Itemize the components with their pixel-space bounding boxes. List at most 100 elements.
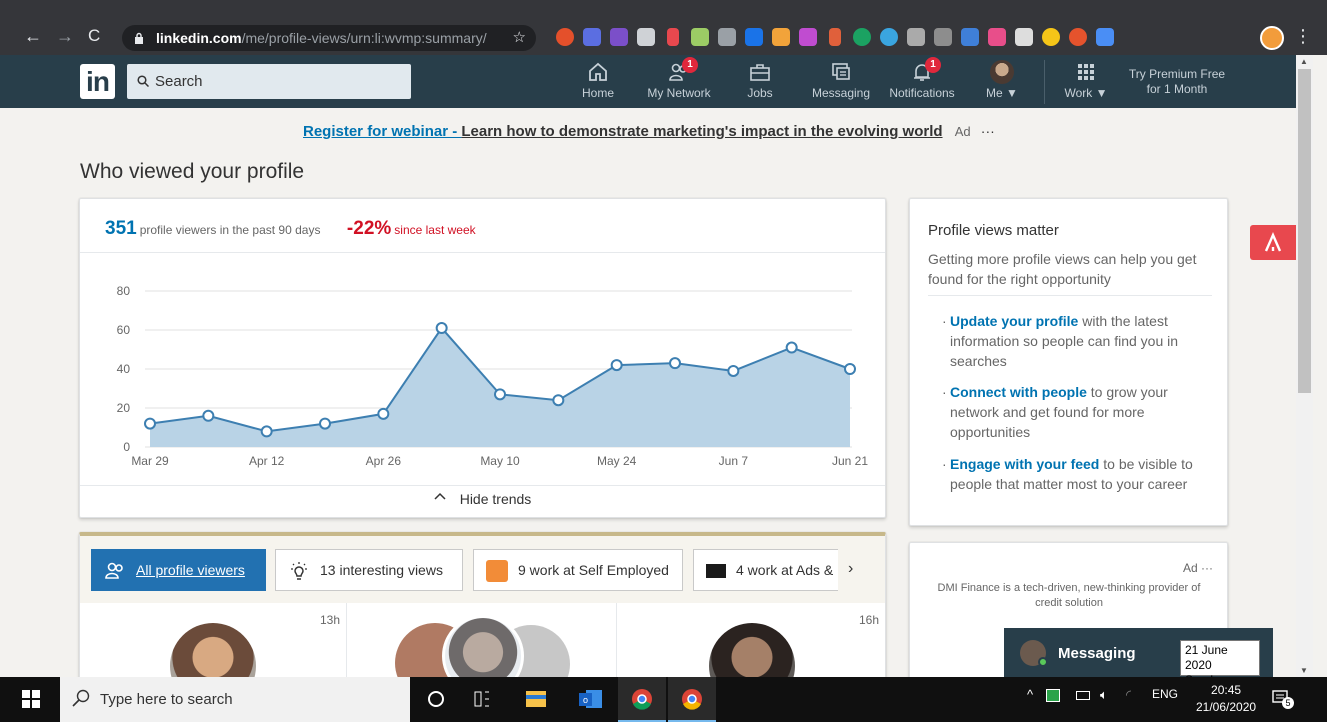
chevron-right-icon[interactable]: › bbox=[848, 560, 853, 578]
clock-time: 20:45 bbox=[1211, 683, 1242, 697]
extension-icon[interactable] bbox=[934, 28, 952, 46]
windows-start-icon[interactable] bbox=[22, 690, 40, 708]
viewers-text: profile viewers in the past 90 days bbox=[139, 223, 321, 237]
extension-icon[interactable] bbox=[880, 28, 898, 46]
extension-icon[interactable] bbox=[961, 28, 979, 46]
windows-taskbar: Type here to search o ^ 🔈︎ ◜ ENG 20:45 2… bbox=[0, 677, 1327, 722]
divider bbox=[928, 295, 1212, 296]
scrollbar-thumb[interactable] bbox=[1298, 69, 1311, 393]
x-tick-label: May 10 bbox=[480, 454, 520, 468]
tip-link[interactable]: Engage with your feed bbox=[950, 456, 1099, 472]
page-scrollbar[interactable]: ▲ ▼ bbox=[1296, 55, 1313, 677]
filter-label: All profile viewers bbox=[136, 562, 245, 578]
tray-app-icon[interactable] bbox=[1046, 689, 1060, 702]
ad-label[interactable]: Ad ··· bbox=[1183, 561, 1213, 575]
hide-trends-button[interactable]: Hide trends bbox=[80, 491, 885, 507]
profile-views-chart-card: 351 profile viewers in the past 90 days -… bbox=[79, 198, 886, 518]
filter-interesting-views[interactable]: 13 interesting views bbox=[275, 549, 463, 591]
bookmark-star-icon[interactable]: ☆ bbox=[513, 25, 526, 51]
browser-profile-avatar[interactable] bbox=[1260, 26, 1284, 50]
forward-icon[interactable]: → bbox=[56, 27, 74, 45]
taskbar-search-input[interactable]: Type here to search bbox=[60, 677, 410, 722]
company-logo-icon bbox=[706, 564, 726, 579]
data-point bbox=[844, 363, 856, 375]
extension-icon[interactable] bbox=[1096, 28, 1114, 46]
ad-label: Ad bbox=[954, 124, 971, 139]
data-point bbox=[610, 359, 623, 372]
nav-notifications[interactable]: 1 Notifications bbox=[884, 57, 960, 106]
extension-icon[interactable] bbox=[772, 28, 790, 46]
tooltip-date: 21 June 2020 bbox=[1185, 643, 1228, 672]
address-bar[interactable]: linkedin.com/me/profile-views/urn:li:wvm… bbox=[122, 25, 536, 51]
extension-icon[interactable] bbox=[718, 28, 736, 46]
extension-icon[interactable] bbox=[691, 28, 709, 46]
data-point bbox=[435, 322, 448, 335]
y-tick-label: 40 bbox=[117, 362, 131, 376]
extension-icon[interactable] bbox=[907, 28, 925, 46]
linkedin-logo[interactable]: in bbox=[80, 64, 115, 99]
tip-link[interactable]: Connect with people bbox=[950, 384, 1087, 400]
wifi-icon[interactable]: ◜ bbox=[1126, 687, 1131, 703]
extension-icon[interactable] bbox=[988, 28, 1006, 46]
extension-icon[interactable] bbox=[853, 28, 871, 46]
outlook-icon[interactable]: o bbox=[566, 677, 614, 722]
extension-icon[interactable] bbox=[667, 28, 679, 46]
tray-expand-icon[interactable]: ^ bbox=[1027, 687, 1033, 702]
try-premium-link[interactable]: Try Premium Free for 1 Month bbox=[1125, 67, 1229, 97]
file-explorer-icon[interactable] bbox=[512, 677, 560, 722]
task-view-icon[interactable] bbox=[458, 677, 506, 722]
lock-icon bbox=[135, 32, 143, 44]
extension-icon[interactable] bbox=[1042, 28, 1060, 46]
reload-icon[interactable]: C bbox=[88, 27, 100, 45]
scroll-up-icon[interactable]: ▲ bbox=[1300, 57, 1308, 66]
ad-options-icon[interactable]: ··· bbox=[981, 123, 995, 139]
volume-icon[interactable]: 🔈︎ bbox=[1100, 687, 1108, 703]
extension-icon[interactable] bbox=[745, 28, 763, 46]
url-path: /me/profile-views/urn:li:wvmp:summary/ bbox=[241, 30, 487, 46]
extension-icon[interactable] bbox=[556, 28, 574, 46]
browser-menu-icon[interactable]: ⋮ bbox=[1294, 26, 1312, 47]
extension-icon[interactable] bbox=[1069, 28, 1087, 46]
extension-icon[interactable] bbox=[637, 28, 655, 46]
nav-my-network[interactable]: 1 My Network bbox=[643, 57, 715, 106]
search-input[interactable]: Search bbox=[127, 64, 411, 99]
data-point bbox=[494, 388, 506, 401]
chrome-profile-icon[interactable] bbox=[668, 677, 716, 722]
language-indicator[interactable]: ENG bbox=[1152, 687, 1178, 701]
extension-sidebar-tab[interactable] bbox=[1250, 225, 1296, 260]
taskbar-search-placeholder: Type here to search bbox=[100, 691, 233, 708]
extension-icon[interactable] bbox=[829, 28, 841, 46]
battery-icon[interactable] bbox=[1076, 691, 1090, 700]
cortana-icon[interactable] bbox=[412, 677, 460, 722]
online-status-icon bbox=[1038, 657, 1048, 667]
extension-icon[interactable] bbox=[583, 28, 601, 46]
extension-icon[interactable] bbox=[610, 28, 628, 46]
taskbar-clock[interactable]: 20:45 21/06/2020 bbox=[1196, 682, 1256, 716]
nav-messaging[interactable]: Messaging bbox=[808, 58, 874, 106]
notifications-center-icon[interactable]: 5 bbox=[1272, 689, 1294, 709]
nav-me[interactable]: Me ▼ bbox=[980, 58, 1024, 106]
date-tooltip: 21 June 2020 Sunday bbox=[1180, 640, 1260, 687]
nav-jobs[interactable]: Jobs bbox=[740, 58, 780, 106]
filter-all-viewers[interactable]: All profile viewers bbox=[91, 549, 266, 591]
messaging-icon bbox=[832, 63, 850, 80]
chrome-icon[interactable] bbox=[618, 677, 666, 722]
side-card-title: Profile views matter bbox=[928, 222, 1059, 239]
data-point bbox=[202, 409, 215, 422]
viewer-time: 16h bbox=[859, 613, 880, 627]
data-point bbox=[377, 407, 390, 420]
tip-item: · Update your profile with the latest inf… bbox=[942, 313, 1179, 369]
nav-home[interactable]: Home bbox=[576, 58, 620, 106]
x-tick-label: Apr 12 bbox=[249, 454, 285, 468]
filter-self-employed[interactable]: 9 work at Self Employed bbox=[473, 549, 683, 591]
ad-banner-link[interactable]: Register for webinar - bbox=[303, 123, 461, 140]
back-icon[interactable]: ← bbox=[24, 27, 42, 45]
tip-link[interactable]: Update your profile bbox=[950, 313, 1078, 329]
nav-work[interactable]: Work ▼ bbox=[1060, 58, 1112, 106]
ad-banner-text[interactable]: Learn how to demonstrate marketing's imp… bbox=[461, 123, 942, 140]
scroll-down-icon[interactable]: ▼ bbox=[1300, 666, 1308, 675]
extension-icon[interactable] bbox=[1015, 28, 1033, 46]
filter-ads-company[interactable]: 4 work at Ads & bbox=[693, 549, 838, 591]
caret-up-icon bbox=[1264, 232, 1282, 252]
extension-icon[interactable] bbox=[799, 28, 817, 46]
